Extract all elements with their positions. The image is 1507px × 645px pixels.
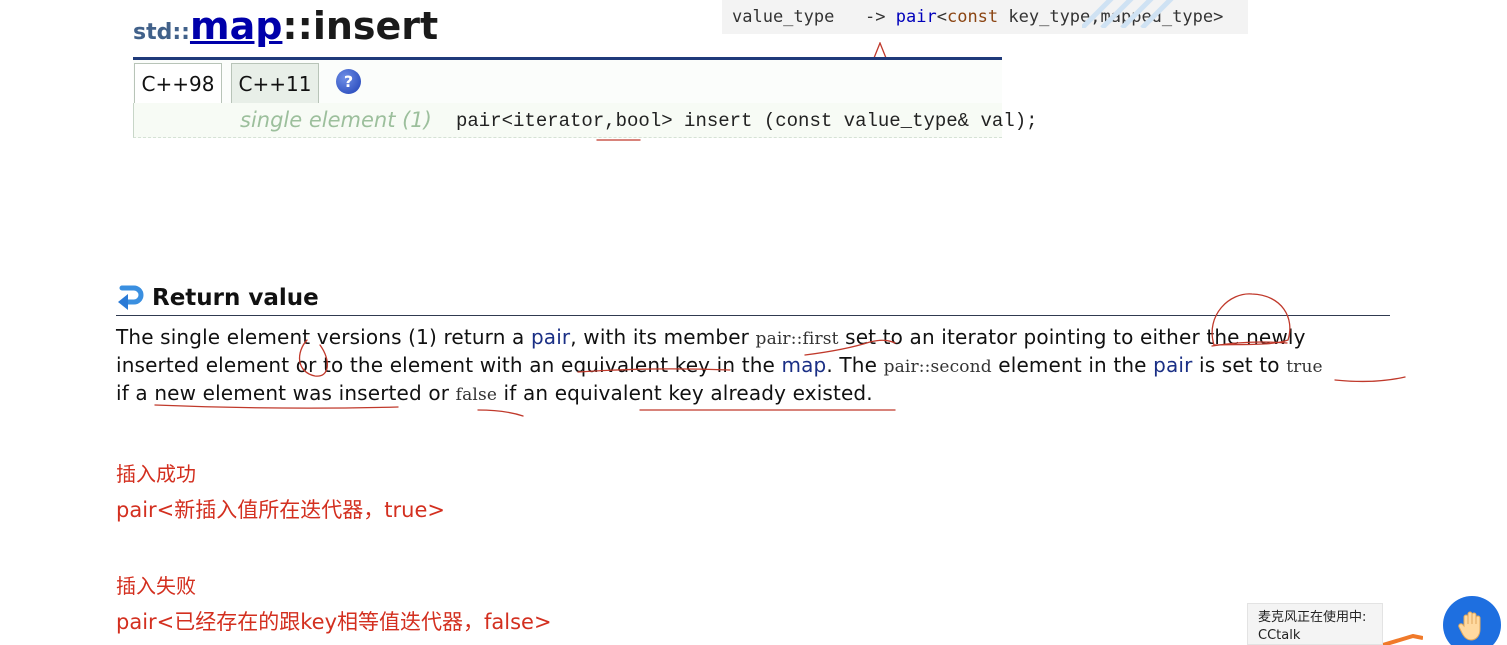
pair-first-code: pair::first (755, 329, 839, 349)
signature-row: single element (1) pair<iterator,bool> i… (133, 103, 1038, 138)
version-tab-bar: C++98 C++11 ? (133, 57, 1002, 103)
text: The single element versions (1) return a (116, 325, 531, 349)
text: , with its member (570, 325, 756, 349)
map-link[interactable]: map (782, 353, 827, 377)
help-icon[interactable]: ? (336, 69, 361, 94)
class-link[interactable]: map (190, 4, 282, 48)
code-pair: pair (895, 7, 937, 27)
signature-label: single element (1) (240, 108, 432, 132)
code-left: value_type -> (732, 7, 896, 27)
text: is set to (1192, 353, 1287, 377)
success-body: pair<新插入值所在迭代器，true> (116, 498, 445, 522)
signature-code: pair<iterator,bool> insert (const value_… (456, 110, 1038, 132)
watermark-icon (1082, 0, 1174, 28)
section-title: Return value (152, 285, 319, 311)
value-type-code-box: value_type -> pair<const key_type,mapped… (722, 0, 1248, 34)
function-name: ::insert (282, 4, 439, 48)
return-value-paragraph: The single element versions (1) return a… (116, 324, 1406, 408)
pair-link[interactable]: pair (531, 325, 570, 349)
tab-cpp11[interactable]: C++11 (231, 63, 319, 103)
text: if an equivalent key already existed. (497, 381, 873, 405)
text: . The (826, 353, 884, 377)
toast-line-2: CCtalk (1258, 628, 1301, 643)
code-const: const (946, 7, 999, 27)
false-underline (477, 409, 524, 417)
return-arrow-icon (118, 285, 144, 310)
hand-icon (1458, 611, 1481, 641)
pair-second-code: pair::second (883, 357, 992, 377)
paragraph-line-2: inserted element or to the element with … (116, 352, 1406, 380)
mic-in-use-toast: 麦克风正在使用中: CCtalk (1247, 603, 1383, 645)
true-code: true (1286, 357, 1323, 377)
tab-cpp98[interactable]: C++98 (134, 63, 222, 103)
text: inserted element or to the element with … (116, 353, 782, 377)
text: set to an iterator pointing to either th… (838, 325, 1306, 349)
pair-link[interactable]: pair (1153, 353, 1192, 377)
page-title: std:: map ::insert (133, 4, 438, 52)
paragraph-line-1: The single element versions (1) return a… (116, 324, 1406, 352)
toast-line-1: 麦克风正在使用中: (1258, 610, 1367, 625)
raise-hand-button[interactable] (1443, 596, 1501, 645)
text: element in the (991, 353, 1154, 377)
paragraph-line-3: if a new element was inserted or false i… (116, 380, 1406, 408)
false-code: false (455, 385, 498, 405)
fail-heading: 插入失败 (116, 574, 196, 598)
fail-body: pair<已经存在的跟key相等值迭代器，false> (116, 610, 552, 634)
text: if a new element was inserted or (116, 381, 456, 405)
code-open: < (936, 7, 947, 27)
orange-decoration (1383, 634, 1423, 645)
return-value-heading: Return value (116, 284, 1390, 316)
success-heading: 插入成功 (116, 462, 196, 486)
namespace-text: std:: (133, 20, 190, 45)
